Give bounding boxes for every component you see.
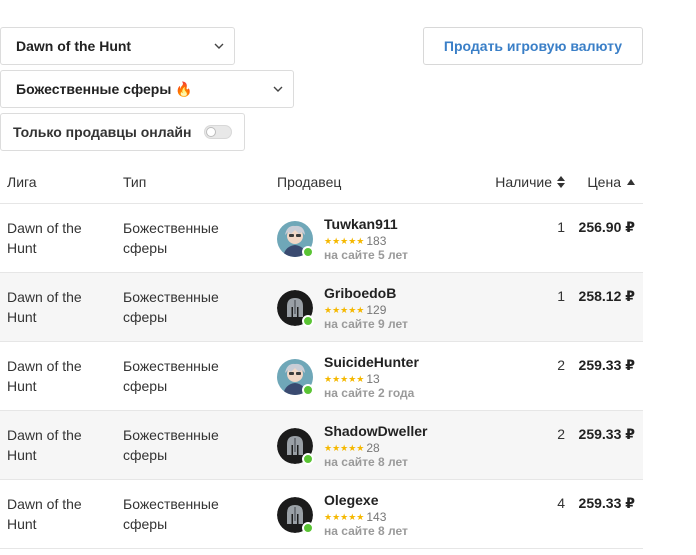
seller-rating: ★★★★★ 13 bbox=[324, 372, 380, 386]
rating-stars-icon: ★★★★★ bbox=[324, 373, 365, 384]
rating-stars-icon: ★★★★★ bbox=[324, 235, 365, 246]
rating-stars-icon: ★★★★★ bbox=[324, 304, 365, 315]
review-count: 129 bbox=[366, 303, 387, 317]
seller-avatar[interactable] bbox=[277, 428, 314, 465]
seller-name[interactable]: GriboedoB bbox=[324, 285, 396, 301]
row-availability: 1 bbox=[557, 219, 565, 235]
row-league: Dawn of the Hunt bbox=[7, 496, 82, 532]
row-availability: 1 bbox=[557, 288, 565, 304]
online-status-dot bbox=[302, 384, 314, 396]
sort-up-icon bbox=[627, 179, 635, 185]
seller-rating: ★★★★★ 143 bbox=[324, 510, 386, 524]
row-type: Божественные сферы bbox=[123, 427, 219, 463]
review-count: 28 bbox=[366, 441, 380, 455]
row-price: 258.12 ₽ bbox=[578, 288, 635, 304]
seller-rating: ★★★★★ 28 bbox=[324, 441, 380, 455]
table-row[interactable]: Dawn of the Hunt Божественные сферы Shad… bbox=[0, 411, 643, 480]
table-row[interactable]: Dawn of the Hunt Божественные сферы Tuwk… bbox=[0, 204, 643, 273]
row-availability: 2 bbox=[557, 357, 565, 373]
row-price: 256.90 ₽ bbox=[578, 219, 635, 235]
row-type: Божественные сферы bbox=[123, 289, 219, 325]
row-price: 259.33 ₽ bbox=[578, 357, 635, 373]
chevron-down-icon bbox=[273, 84, 283, 94]
seller-since: на сайте 8 лет bbox=[324, 455, 408, 469]
seller-rating: ★★★★★ 183 bbox=[324, 234, 386, 248]
row-type: Божественные сферы bbox=[123, 496, 219, 532]
row-availability: 4 bbox=[557, 495, 565, 511]
seller-since: на сайте 8 лет bbox=[324, 524, 408, 538]
league-select[interactable]: Dawn of the Hunt bbox=[0, 27, 235, 65]
seller-avatar[interactable] bbox=[277, 221, 314, 258]
row-league: Dawn of the Hunt bbox=[7, 289, 82, 325]
seller-avatar[interactable] bbox=[277, 359, 314, 396]
header-price[interactable]: Цена bbox=[587, 174, 635, 190]
table-row[interactable]: Dawn of the Hunt Божественные сферы Suic… bbox=[0, 342, 643, 411]
row-price: 259.33 ₽ bbox=[578, 495, 635, 511]
league-select-value: Dawn of the Hunt bbox=[16, 38, 132, 54]
online-only-label: Только продавцы онлайн bbox=[13, 124, 192, 140]
online-status-dot bbox=[302, 246, 314, 258]
row-league: Dawn of the Hunt bbox=[7, 427, 82, 463]
online-status-dot bbox=[302, 522, 314, 534]
seller-name[interactable]: Tuwkan911 bbox=[324, 216, 398, 232]
rating-stars-icon: ★★★★★ bbox=[324, 511, 365, 522]
header-availability-label: Наличие bbox=[495, 174, 552, 190]
row-price: 259.33 ₽ bbox=[578, 426, 635, 442]
row-league: Dawn of the Hunt bbox=[7, 358, 82, 394]
row-league: Dawn of the Hunt bbox=[7, 220, 82, 256]
seller-since: на сайте 2 года bbox=[324, 386, 415, 400]
offers-table: Лига Тип Продавец Наличие Цена Dawn of t… bbox=[0, 160, 643, 549]
type-select-value-wrap: Божественные сферы 🔥 bbox=[16, 81, 193, 98]
chevron-down-icon bbox=[214, 41, 224, 51]
online-status-dot bbox=[302, 453, 314, 465]
online-only-filter: Только продавцы онлайн bbox=[0, 113, 245, 151]
review-count: 143 bbox=[366, 510, 387, 524]
header-league: Лига bbox=[7, 174, 37, 190]
seller-name[interactable]: SuicideHunter bbox=[324, 354, 419, 370]
row-type: Божественные сферы bbox=[123, 220, 219, 256]
seller-since: на сайте 5 лет bbox=[324, 248, 408, 262]
seller-name[interactable]: ShadowDweller bbox=[324, 423, 427, 439]
sort-updown-icon bbox=[557, 176, 565, 188]
seller-avatar[interactable] bbox=[277, 497, 314, 534]
header-availability[interactable]: Наличие bbox=[495, 174, 565, 190]
review-count: 183 bbox=[366, 234, 387, 248]
row-availability: 2 bbox=[557, 426, 565, 442]
online-only-toggle[interactable] bbox=[203, 125, 232, 139]
sell-currency-button[interactable]: Продать игровую валюту bbox=[423, 27, 643, 65]
type-select[interactable]: Божественные сферы 🔥 bbox=[0, 70, 294, 108]
fire-emoji: 🔥 bbox=[175, 80, 193, 97]
review-count: 13 bbox=[366, 372, 380, 386]
header-price-label: Цена bbox=[587, 174, 621, 190]
table-row[interactable]: Dawn of the Hunt Божественные сферы Grib… bbox=[0, 273, 643, 342]
online-status-dot bbox=[302, 315, 314, 327]
seller-since: на сайте 9 лет bbox=[324, 317, 408, 331]
seller-rating: ★★★★★ 129 bbox=[324, 303, 386, 317]
rating-stars-icon: ★★★★★ bbox=[324, 442, 365, 453]
header-seller: Продавец bbox=[277, 174, 342, 190]
type-select-value: Божественные сферы bbox=[16, 80, 172, 97]
table-row[interactable]: Dawn of the Hunt Божественные сферы Oleg… bbox=[0, 480, 643, 549]
seller-avatar[interactable] bbox=[277, 290, 314, 327]
toggle-knob bbox=[205, 127, 216, 137]
table-header: Лига Тип Продавец Наличие Цена bbox=[0, 160, 643, 204]
header-type: Тип bbox=[123, 174, 147, 190]
row-type: Божественные сферы bbox=[123, 358, 219, 394]
seller-name[interactable]: Olegexe bbox=[324, 492, 378, 508]
